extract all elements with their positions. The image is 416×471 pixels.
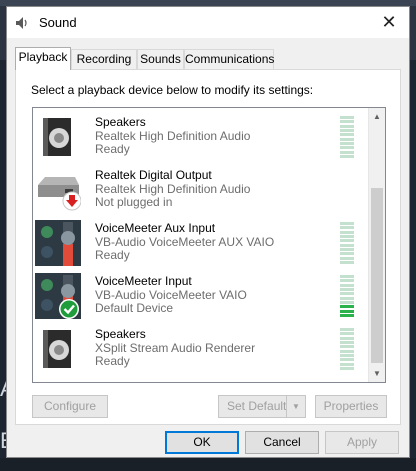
device-name: Speakers <box>95 327 146 341</box>
device-status: Ready <box>95 248 130 262</box>
list-item[interactable]: Speakers XSplit Stream Audio Renderer Re… <box>33 322 369 375</box>
voicemeeter-icon <box>35 220 81 266</box>
set-default-button[interactable]: Set Default ▼ <box>218 395 306 418</box>
ok-button[interactable]: OK <box>165 431 239 454</box>
playback-panel: Select a playback device below to modify… <box>15 69 401 425</box>
device-name: VoiceMeeter Input <box>95 274 192 288</box>
vertical-scrollbar[interactable]: ▲ ▼ <box>368 108 385 382</box>
device-description: Realtek High Definition Audio <box>95 129 251 143</box>
level-meter <box>340 328 354 370</box>
tab-communications[interactable]: Communications <box>184 49 274 69</box>
list-item[interactable]: Realtek Digital Output Realtek High Defi… <box>33 163 369 216</box>
device-description: VB-Audio VoiceMeeter AUX VAIO <box>95 235 275 249</box>
device-description: XSplit Stream Audio Renderer <box>95 341 256 355</box>
device-name: Realtek Digital Output <box>95 168 212 182</box>
speaker-icon <box>43 330 71 368</box>
close-icon: ✕ <box>381 12 397 32</box>
device-description: VB-Audio VoiceMeeter VAIO <box>95 288 247 302</box>
scroll-up-icon[interactable]: ▲ <box>369 108 385 125</box>
background-app-bottom <box>0 458 416 471</box>
device-name: VoiceMeeter Aux Input <box>95 221 216 235</box>
level-meter <box>340 275 354 317</box>
chevron-down-icon[interactable]: ▼ <box>286 396 305 417</box>
cancel-button[interactable]: Cancel <box>245 431 319 454</box>
device-status: Not plugged in <box>95 195 173 209</box>
sound-dialog: Sound ✕ Playback Recording Sounds Commun… <box>6 6 410 458</box>
device-description: Realtek High Definition Audio <box>95 182 251 196</box>
device-name: Speakers <box>95 115 146 129</box>
scrollbar-thumb[interactable] <box>371 188 383 363</box>
device-status: Ready <box>95 354 130 368</box>
tab-recording[interactable]: Recording <box>71 49 137 69</box>
level-meter <box>340 222 354 264</box>
properties-button[interactable]: Properties <box>315 395 387 418</box>
speaker-icon <box>43 118 71 156</box>
device-list[interactable]: Speakers Realtek High Definition Audio R… <box>32 107 386 383</box>
instruction-text: Select a playback device below to modify… <box>31 83 314 97</box>
window-title: Sound <box>39 15 77 30</box>
speaker-icon <box>16 17 27 29</box>
list-item[interactable]: VoiceMeeter Input VB-Audio VoiceMeeter V… <box>33 269 369 322</box>
device-status: Ready <box>95 142 130 156</box>
tab-sounds[interactable]: Sounds <box>137 49 184 69</box>
voicemeeter-default-icon <box>35 273 81 319</box>
list-item[interactable]: VoiceMeeter Aux Input VB-Audio VoiceMeet… <box>33 216 369 269</box>
device-status: Default Device <box>95 301 174 315</box>
scroll-down-icon[interactable]: ▼ <box>369 365 385 382</box>
digital-output-icon <box>38 177 81 211</box>
level-meter <box>340 116 354 158</box>
tab-playback[interactable]: Playback <box>15 47 71 70</box>
close-button[interactable]: ✕ <box>369 7 409 38</box>
configure-button[interactable]: Configure <box>32 395 108 418</box>
list-item[interactable]: Speakers Realtek High Definition Audio R… <box>33 110 369 163</box>
title-bar: Sound ✕ <box>7 7 409 38</box>
apply-button[interactable]: Apply <box>325 431 399 454</box>
set-default-label: Set Default <box>227 399 287 413</box>
